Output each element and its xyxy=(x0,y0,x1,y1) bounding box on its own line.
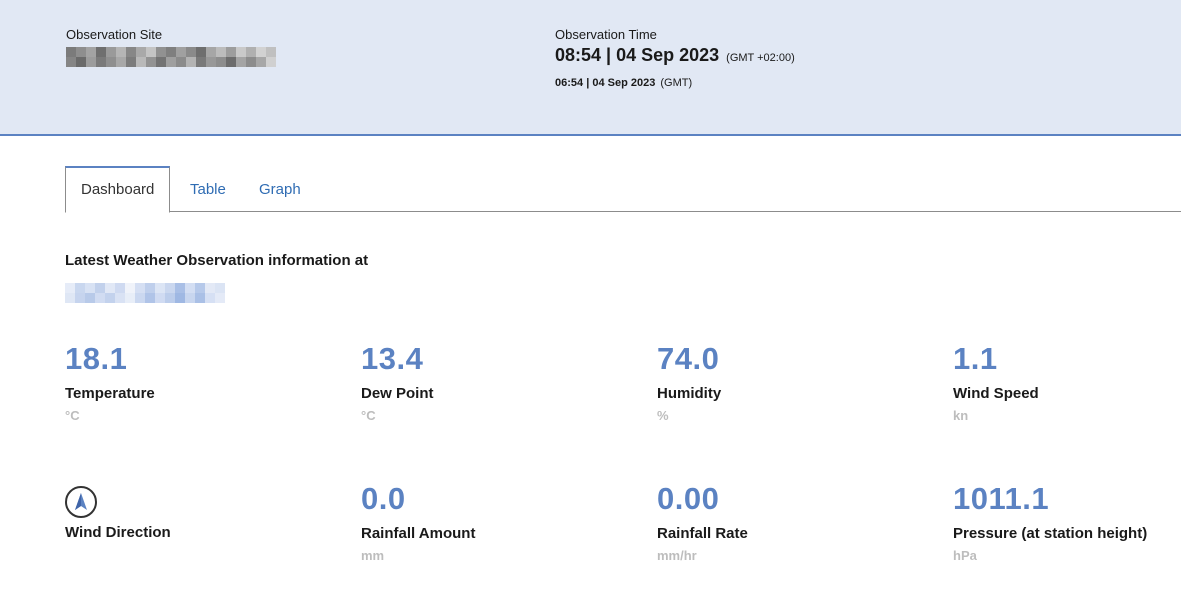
dew-point-label: Dew Point xyxy=(361,385,434,402)
gmt-time-value: 06:54 | 04 Sep 2023 xyxy=(555,77,656,89)
local-observation-time: 08:54 | 04 Sep 2023 (GMT +02:00) xyxy=(555,45,795,66)
humidity-value: 74.0 xyxy=(657,341,720,376)
gmt-timezone: (GMT) xyxy=(660,77,693,89)
dew-point-unit: °C xyxy=(361,408,376,423)
latest-observation-title: Latest Weather Observation information a… xyxy=(65,252,369,269)
observation-site-label: Observation Site xyxy=(66,27,163,42)
metric-humidity: 74.0 Humidity % xyxy=(657,341,907,423)
metric-pressure: 1011.1 Pressure (at station height) hPa xyxy=(953,481,1173,563)
wind-speed-value: 1.1 xyxy=(953,341,998,376)
observation-site-redacted xyxy=(66,47,276,67)
metric-temperature: 18.1 Temperature °C xyxy=(65,341,315,423)
metric-dew-point: 13.4 Dew Point °C xyxy=(361,341,611,423)
latest-site-redacted xyxy=(65,283,225,303)
metric-rainfall-amount: 0.0 Rainfall Amount mm xyxy=(361,481,611,563)
temperature-unit: °C xyxy=(65,408,80,423)
tab-table[interactable]: Table xyxy=(190,166,226,211)
rainfall-rate-label: Rainfall Rate xyxy=(657,525,748,542)
rainfall-rate-value: 0.00 xyxy=(657,481,720,516)
pressure-unit: hPa xyxy=(953,548,977,563)
rainfall-amount-value: 0.0 xyxy=(361,481,406,516)
wind-speed-unit: kn xyxy=(953,408,969,423)
humidity-label: Humidity xyxy=(657,385,722,402)
metric-rainfall-rate: 0.00 Rainfall Rate mm/hr xyxy=(657,481,907,563)
metric-wind-speed: 1.1 Wind Speed kn xyxy=(953,341,1173,423)
wind-direction-label: Wind Direction xyxy=(65,524,171,541)
tabs-divider xyxy=(65,211,1181,212)
rainfall-rate-unit: mm/hr xyxy=(657,548,697,563)
view-tabs: Dashboard Table Graph xyxy=(0,166,1181,213)
observation-header: Observation Site Observation Time 08:54 … xyxy=(0,0,1181,136)
metric-wind-direction: Wind Direction xyxy=(65,484,315,541)
temperature-value: 18.1 xyxy=(65,341,128,376)
gmt-observation-time: 06:54 | 04 Sep 2023 (GMT) xyxy=(555,77,692,89)
humidity-unit: % xyxy=(657,408,669,423)
rainfall-amount-label: Rainfall Amount xyxy=(361,525,476,542)
wind-speed-label: Wind Speed xyxy=(953,385,1039,402)
tab-graph[interactable]: Graph xyxy=(259,166,301,211)
observation-time-label: Observation Time xyxy=(555,27,657,42)
local-time-value: 08:54 | 04 Sep 2023 xyxy=(555,45,720,65)
dew-point-value: 13.4 xyxy=(361,341,424,376)
pressure-label: Pressure (at station height) xyxy=(953,525,1148,542)
compass-arrow-icon xyxy=(65,486,97,518)
temperature-label: Temperature xyxy=(65,385,155,402)
tab-dashboard[interactable]: Dashboard xyxy=(65,166,171,213)
rainfall-amount-unit: mm xyxy=(361,548,385,563)
local-timezone: (GMT +02:00) xyxy=(726,52,795,64)
pressure-value: 1011.1 xyxy=(953,481,1050,516)
